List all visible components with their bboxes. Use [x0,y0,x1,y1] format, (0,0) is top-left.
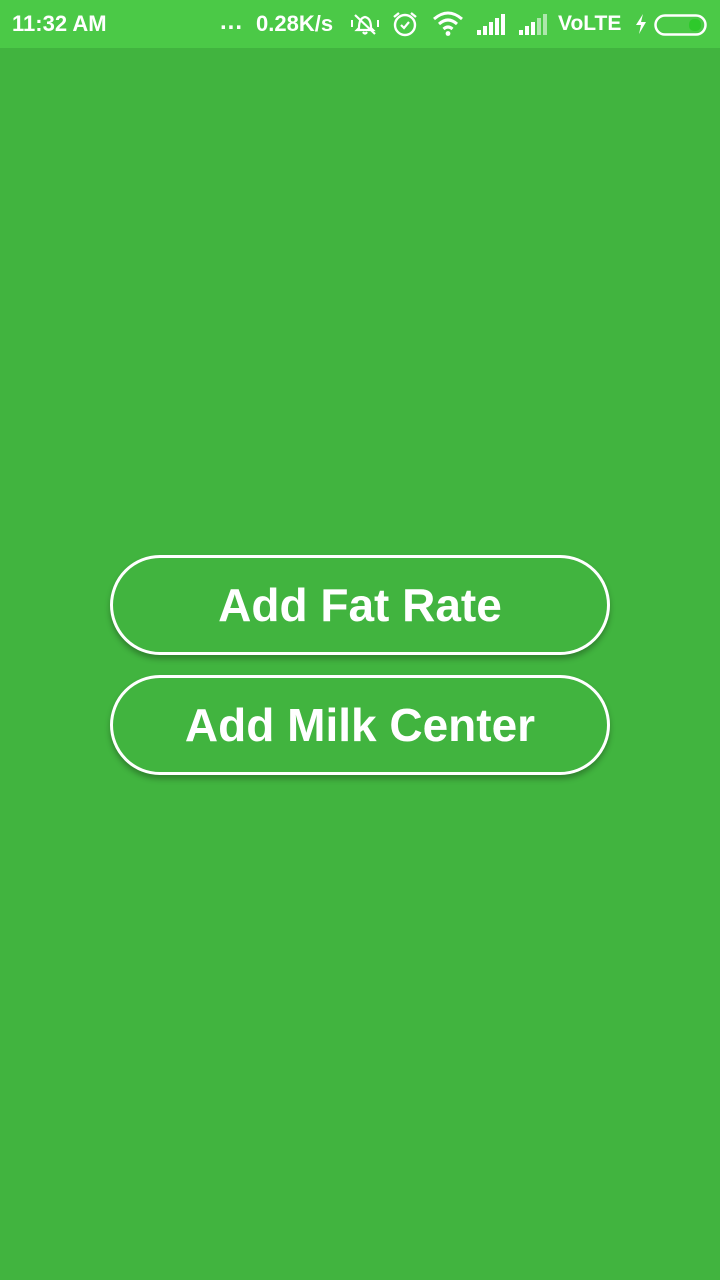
more-notifications-icon: ... [220,8,244,35]
charging-bolt-icon [634,13,648,40]
signal-icon [476,10,508,43]
add-milk-center-button[interactable]: Add Milk Center [110,675,610,775]
add-fat-rate-button[interactable]: Add Fat Rate [110,555,610,655]
add-fat-rate-label: Add Fat Rate [218,579,502,631]
signal-icon [518,10,550,43]
add-milk-center-label: Add Milk Center [184,699,536,751]
network-speed: 0.28K/s [256,11,334,36]
alarm-icon [391,10,419,43]
wifi-icon [432,10,464,43]
network-type-label: VoLTE [558,12,622,35]
battery-charging-icon [654,13,710,42]
status-time: 11:32 AM [12,11,107,36]
mute-vibrate-icon [350,10,380,43]
status-bar: 11:32 AM ... 0.28K/s VoLTE [0,0,720,48]
